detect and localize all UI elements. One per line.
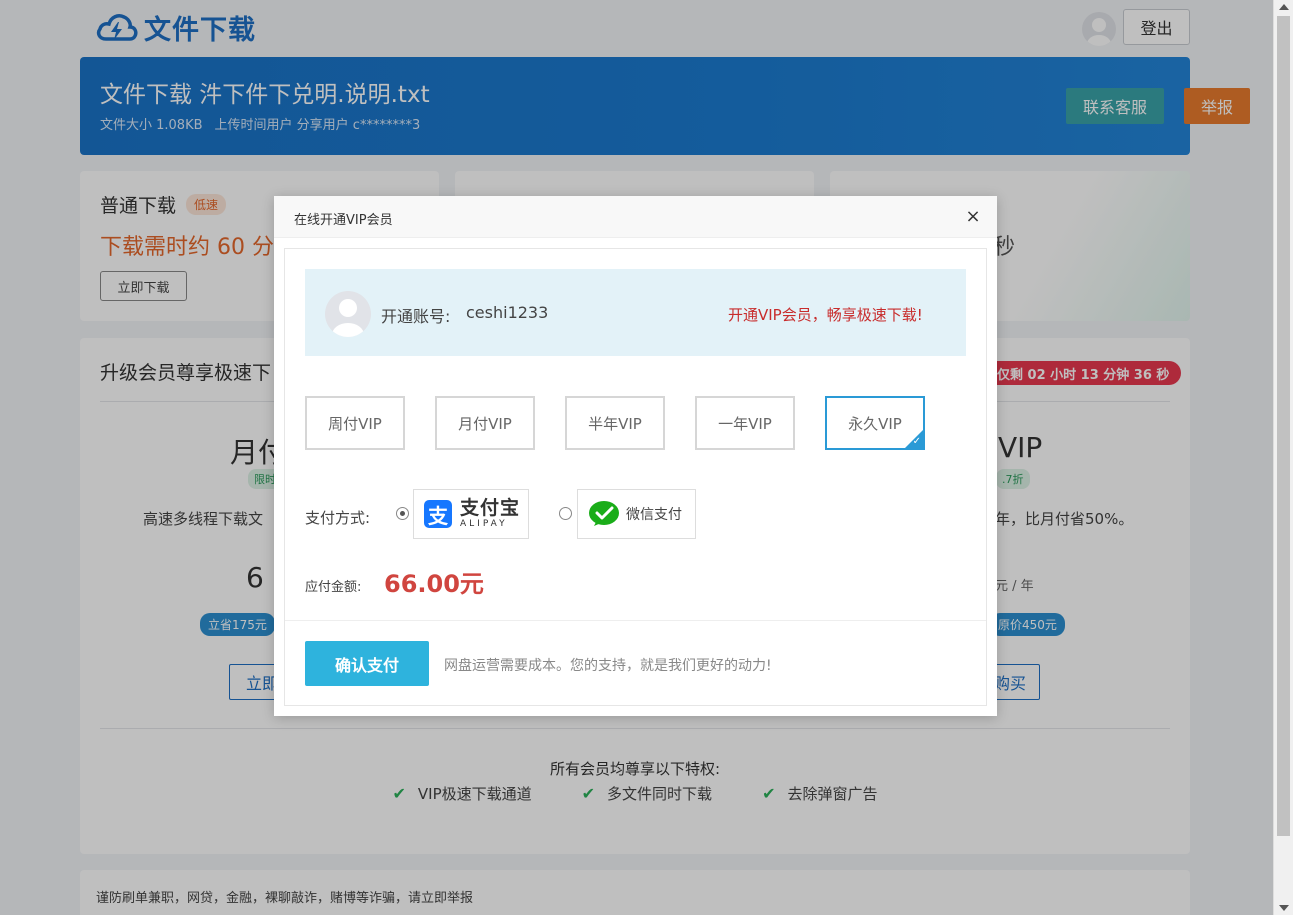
alipay-en-label: ALIPAY [460, 519, 508, 529]
amount-value: 66.00元 [384, 570, 484, 598]
account-name: ceshi1233 [466, 303, 549, 322]
plan-option-label: 永久VIP [848, 414, 902, 433]
wechat-pay-label: 微信支付 [626, 507, 682, 523]
plan-options: 周付VIP 月付VIP 半年VIP 一年VIP 永久VIP ✓ [305, 396, 966, 451]
wechat-pay-icon [589, 501, 619, 526]
divider [285, 620, 986, 621]
scroll-down-arrow-icon[interactable] [1279, 905, 1289, 911]
plan-option-yearly[interactable]: 一年VIP [695, 396, 795, 450]
vip-purchase-dialog: 在线开通VIP会员 × 开通账号: ceshi1233 开通VIP会员，畅享极速… [274, 196, 997, 716]
plan-option-lifetime[interactable]: 永久VIP ✓ [825, 396, 925, 450]
alipay-icon: 支 [424, 500, 452, 528]
plan-option-monthly[interactable]: 月付VIP [435, 396, 535, 450]
plan-option-weekly[interactable]: 周付VIP [305, 396, 405, 450]
alipay-radio[interactable] [396, 507, 409, 520]
dialog-body: 开通账号: ceshi1233 开通VIP会员，畅享极速下载! 周付VIP 月付… [284, 248, 987, 706]
support-note: 网盘运营需要成本。您的支持，就是我们更好的动力! [444, 658, 772, 674]
amount-label: 应付金额: [305, 580, 362, 595]
wechat-pay-option[interactable]: 微信支付 [577, 489, 696, 539]
account-info-bar: 开通账号: ceshi1233 开通VIP会员，畅享极速下载! [305, 269, 966, 356]
dialog-header: 在线开通VIP会员 × [274, 196, 997, 238]
scroll-up-arrow-icon[interactable] [1279, 4, 1289, 10]
alipay-option[interactable]: 支 支付宝 ALIPAY [413, 489, 529, 539]
payment-method-label: 支付方式: [305, 509, 371, 527]
user-avatar-icon [325, 291, 371, 337]
plan-option-half-year[interactable]: 半年VIP [565, 396, 665, 450]
wechat-pay-radio[interactable] [559, 507, 572, 520]
close-icon[interactable]: × [963, 207, 983, 227]
page-scrollbar[interactable] [1273, 0, 1293, 915]
check-icon: ✓ [912, 436, 921, 447]
dialog-title: 在线开通VIP会员 [294, 213, 393, 228]
account-label: 开通账号: [381, 307, 451, 326]
scrollbar-thumb[interactable] [1277, 16, 1290, 836]
confirm-payment-button[interactable]: 确认支付 [305, 641, 429, 686]
vip-promo-text: 开通VIP会员，畅享极速下载! [728, 306, 923, 324]
alipay-logo-text: 支付宝 ALIPAY [460, 499, 520, 529]
alipay-cn-label: 支付宝 [460, 497, 521, 519]
